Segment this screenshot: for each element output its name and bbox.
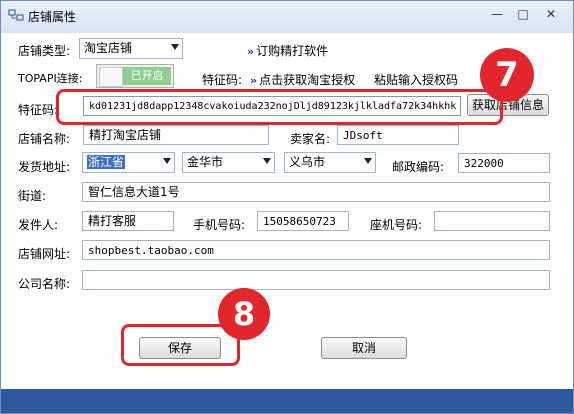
landline-input[interactable] (434, 211, 550, 231)
topapi-label: TOPAPI连接: (18, 72, 83, 85)
double-chevron-right-icon: » (250, 74, 258, 87)
district-value: 义乌市 (289, 155, 326, 169)
subscribe-link[interactable]: » 订购精打软件 (247, 42, 328, 59)
step8-highlight (121, 324, 240, 366)
postcode-label: 邮政编码: (392, 160, 445, 174)
shop-name-input[interactable]: 精打淘宝店铺 (83, 125, 269, 145)
cancel-button[interactable]: 取消 (321, 337, 407, 359)
shop-type-label: 店铺类型: (18, 44, 71, 58)
seller-name-label: 卖家名: (290, 132, 331, 146)
shop-url-input[interactable]: shopbest.taobao.com (82, 240, 550, 260)
double-chevron-right-icon: » (247, 45, 255, 58)
window-title: 店铺属性 (28, 10, 77, 24)
chevron-down-icon (263, 158, 271, 164)
city-select[interactable]: 金华市 (182, 152, 275, 173)
toggle-status: 已开启 (123, 67, 171, 85)
step7-badge: 7 (480, 48, 534, 102)
code-label: 特征码: (18, 103, 59, 117)
shop-url-label: 店铺网址: (18, 247, 71, 261)
maximize-button[interactable]: □ (512, 5, 534, 23)
postcode-input[interactable]: 322000 (458, 153, 550, 173)
toggle-knob (99, 67, 123, 87)
chevron-down-icon (163, 158, 171, 164)
seller-name-input[interactable]: JDsoft (337, 125, 459, 145)
shop-type-value: 淘宝店铺 (84, 41, 133, 55)
topapi-toggle[interactable]: 已开启 (96, 64, 174, 88)
company-label: 公司名称: (18, 277, 71, 291)
street-input[interactable]: 智仁信息大道1号 (82, 182, 550, 202)
sender-input[interactable]: 精打客服 (82, 211, 174, 231)
paste-auth-code-button[interactable]: 粘贴输入授权码 (374, 71, 458, 88)
step7-highlight (56, 89, 503, 125)
city-value: 金华市 (187, 155, 224, 169)
district-select[interactable]: 义乌市 (284, 152, 376, 173)
sender-label: 发件人: (18, 218, 59, 232)
minimize-button[interactable]: — (486, 5, 508, 23)
app-icon (8, 9, 24, 21)
province-value: 浙江省 (87, 155, 126, 169)
shop-type-select[interactable]: 淘宝店铺 (79, 38, 183, 59)
shop-name-label: 店铺名称: (18, 132, 71, 146)
close-button[interactable]: ✕ (540, 5, 562, 23)
step8-badge: 8 (218, 288, 270, 340)
ship-address-label: 发货地址: (18, 160, 71, 174)
footer-bar (1, 389, 573, 413)
landline-label: 座机号码: (370, 218, 423, 232)
chevron-down-icon (364, 158, 372, 164)
company-input[interactable] (82, 270, 550, 290)
street-label: 街道: (18, 189, 47, 203)
mobile-label: 手机号码: (193, 218, 246, 232)
get-taobao-auth-link[interactable]: » 点击获取淘宝授权 (250, 71, 355, 88)
auth-code-label: 特征码: (202, 73, 243, 87)
chevron-down-icon (171, 44, 179, 50)
province-select[interactable]: 浙江省 (82, 152, 175, 173)
mobile-input[interactable]: 15058650723 (257, 211, 349, 231)
